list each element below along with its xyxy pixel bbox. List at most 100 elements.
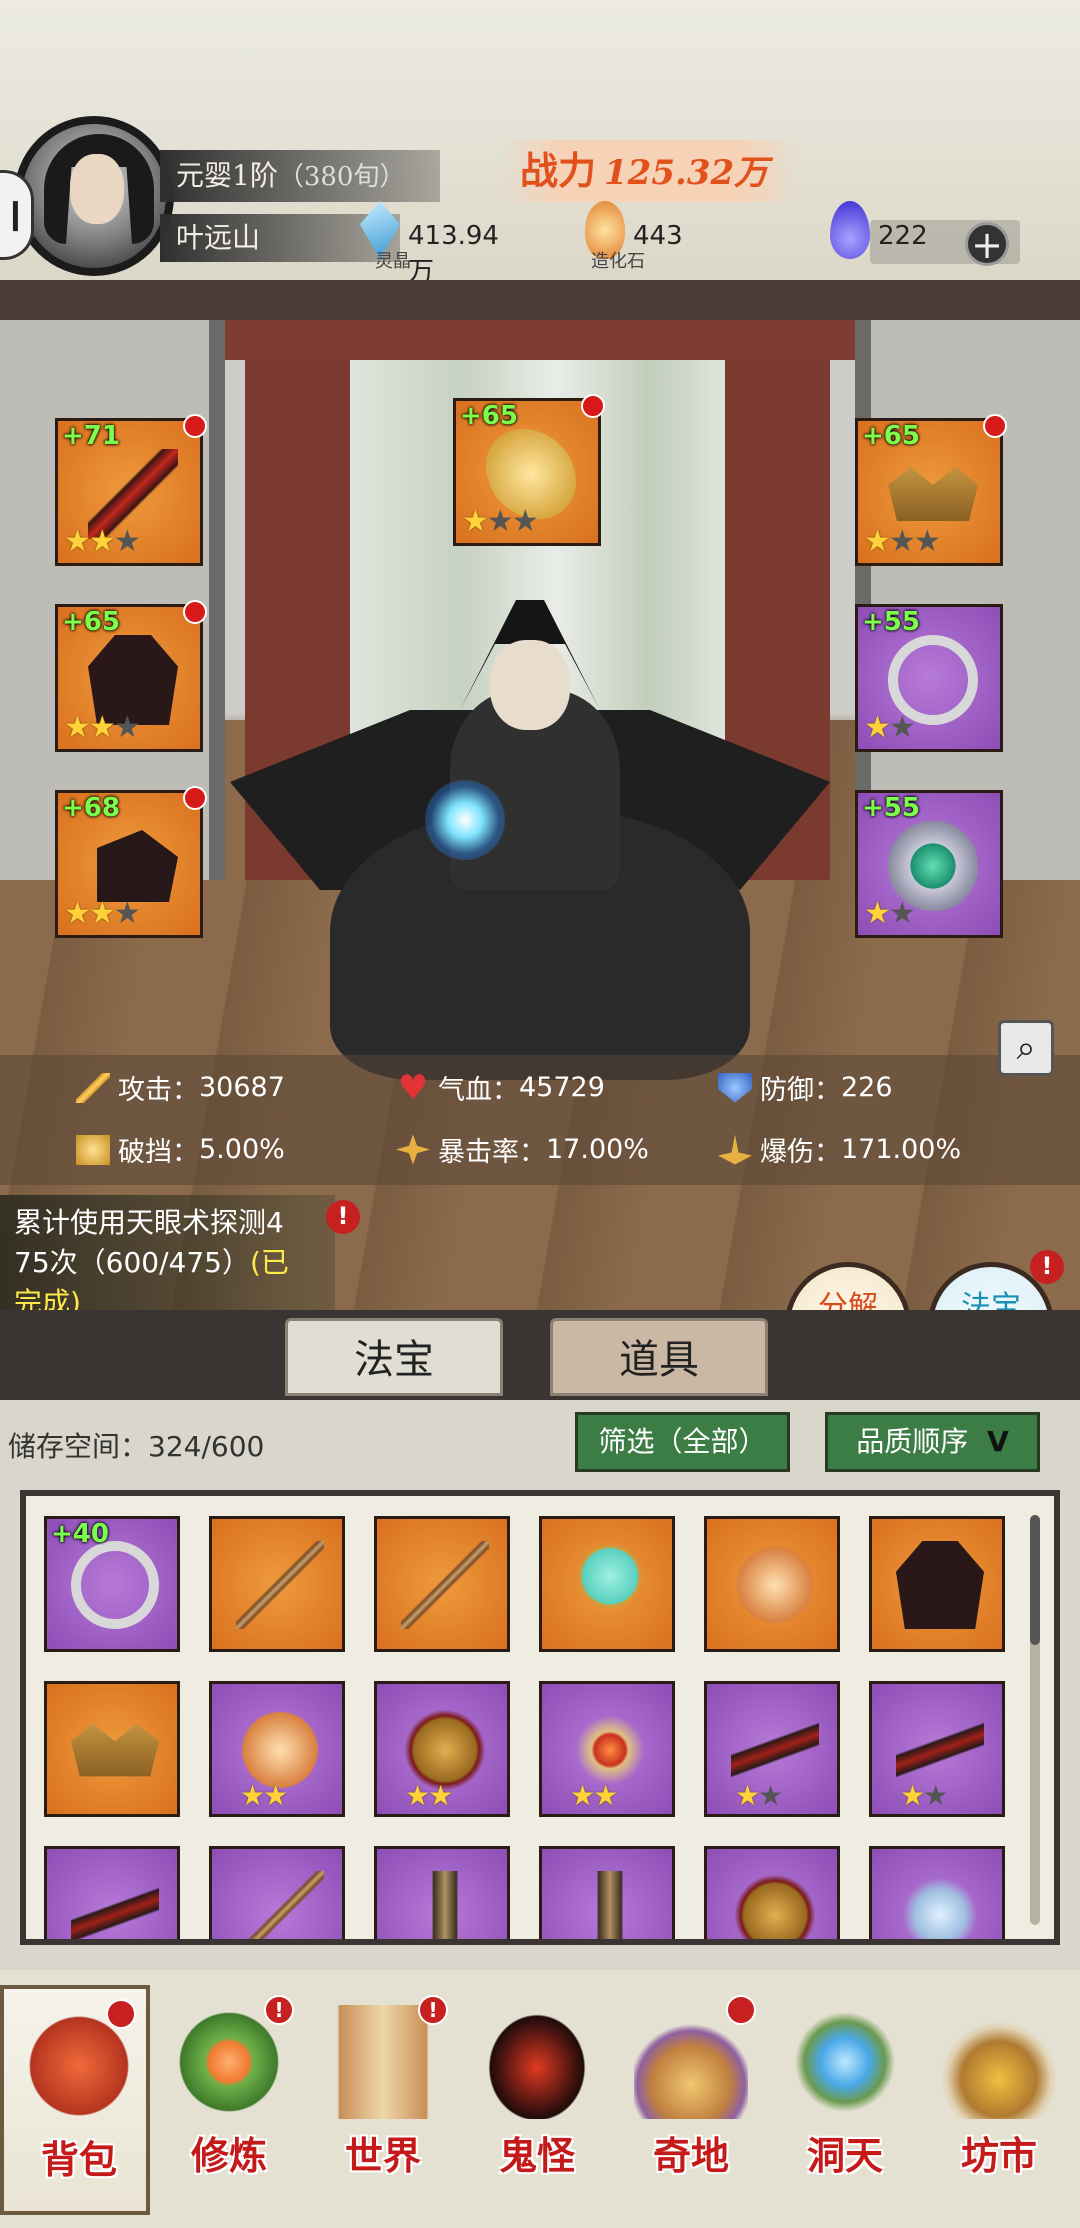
nav-scroll[interactable]: 世界! <box>308 1985 458 2215</box>
stat-pierce: 破挡：5.00% <box>76 1130 285 1169</box>
nav-market[interactable]: 坊市 <box>924 1985 1074 2215</box>
lotus-icon <box>731 1541 819 1629</box>
star-filled-icon: ★ <box>593 1779 618 1812</box>
inventory-item[interactable]: ★★ <box>374 1681 510 1817</box>
inventory-item[interactable] <box>209 1846 345 1939</box>
star-rating: ★★★ <box>64 710 141 745</box>
sort-dropdown[interactable]: 品质顺序 V <box>825 1412 1040 1472</box>
equipment-slot[interactable]: +65 ★★★ <box>855 418 1003 566</box>
enhance-level: +65 <box>460 401 518 431</box>
stat-defense: 防御：226 <box>718 1068 893 1107</box>
enhance-level: +40 <box>51 1519 109 1549</box>
demon-egg-icon <box>480 2005 594 2119</box>
notification-dot <box>183 600 207 624</box>
star-empty-icon: ★ <box>923 1779 948 1812</box>
storage-capacity: 储存空间：324/600 <box>8 1425 264 1465</box>
crit-damage-icon <box>718 1134 752 1165</box>
robe-a-icon <box>896 1541 984 1629</box>
stat-label: 防御： <box>760 1075 841 1106</box>
tab-treasures[interactable]: 法宝 <box>285 1318 503 1396</box>
horn-icon <box>401 1871 489 1939</box>
chevron-down-icon: V <box>987 1425 1009 1458</box>
inventory-item[interactable] <box>44 1681 180 1817</box>
inventory-item[interactable]: ★★ <box>869 1681 1005 1817</box>
inventory-grid-frame: +40 ★★ ★★ ★★ ★★ ★★ <box>20 1490 1060 1945</box>
inventory-item[interactable] <box>539 1516 675 1652</box>
star-filled-icon: ★ <box>263 1779 288 1812</box>
inventory-scrollbar-thumb[interactable] <box>1030 1515 1040 1645</box>
crown-icon <box>71 1723 159 1777</box>
search-icon[interactable]: ⌕ <box>998 1020 1054 1076</box>
staff-icon <box>401 1541 489 1629</box>
equipment-slot[interactable]: +55 ★★ <box>855 604 1003 752</box>
mountain-icon <box>634 2005 748 2119</box>
inventory-item[interactable] <box>704 1516 840 1652</box>
player-avatar[interactable] <box>14 116 174 276</box>
inventory-item[interactable] <box>374 1516 510 1652</box>
lotus-icon <box>172 2005 286 2119</box>
star-filled-icon: ★ <box>88 896 116 931</box>
star-empty-icon: ★ <box>113 524 141 559</box>
nav-mountain[interactable]: 奇地 <box>616 1985 766 2215</box>
star-filled-icon: ★ <box>88 524 116 559</box>
nav-bag[interactable]: 背包 <box>0 1985 150 2215</box>
combat-power-label: 战力 <box>520 148 597 193</box>
stat-hp: ♥ 气血：45729 <box>396 1068 605 1107</box>
inventory-item[interactable] <box>209 1516 345 1652</box>
star-rating: ★★★ <box>462 504 539 539</box>
equipment-slot[interactable]: +65 ★★★ <box>453 398 601 546</box>
inventory-item[interactable] <box>539 1846 675 1939</box>
side-menu-toggle-icon[interactable]: ❙ <box>0 170 34 260</box>
quest-alert-icon: ! <box>326 1200 360 1234</box>
inventory-item[interactable] <box>374 1846 510 1939</box>
stat-value: 17.00% <box>546 1134 649 1165</box>
stat-label: 爆伤： <box>760 1137 841 1168</box>
cultivator-head <box>490 640 570 730</box>
roof-lintel <box>0 280 1080 320</box>
inventory-item[interactable]: ★★ <box>704 1681 840 1817</box>
nav-label: 坊市 <box>960 2133 1037 2178</box>
inventory-item[interactable]: ★★ <box>539 1681 675 1817</box>
equipment-slot[interactable]: +65 ★★★ <box>55 604 203 752</box>
filter-button[interactable]: 筛选（全部） <box>575 1412 790 1472</box>
staff-icon <box>236 1871 324 1939</box>
inventory-item[interactable]: +40 <box>44 1516 180 1652</box>
sword-icon <box>76 1072 110 1103</box>
crit-icon <box>396 1134 430 1165</box>
star-rating: ★★★ <box>64 524 141 559</box>
tab-items[interactable]: 道具 <box>550 1318 768 1396</box>
inventory-item[interactable] <box>869 1516 1005 1652</box>
door-beam <box>225 320 855 360</box>
enhance-level: +55 <box>862 607 920 637</box>
nav-lotus[interactable]: 修炼! <box>154 1985 304 2215</box>
star-filled-icon: ★ <box>570 1779 595 1812</box>
star-rating: ★★★ <box>864 524 941 559</box>
stat-label: 气血： <box>438 1075 519 1106</box>
quest-tracker[interactable]: 累计使用天眼术探测4 75次（600/475）(已 完成) <box>0 1195 335 1325</box>
inventory-item[interactable] <box>44 1846 180 1939</box>
equipment-slot[interactable]: +68 ★★★ <box>55 790 203 938</box>
avatar-face <box>70 154 124 224</box>
equipment-slot[interactable]: +55 ★★ <box>855 790 1003 938</box>
equipment-slot[interactable]: +71 ★★★ <box>55 418 203 566</box>
stat-label: 破挡： <box>118 1137 199 1168</box>
pierce-icon <box>76 1134 110 1165</box>
inventory-item[interactable] <box>869 1846 1005 1939</box>
stat-value: 171.00% <box>841 1134 962 1165</box>
nav-label: 洞天 <box>806 2133 883 2178</box>
add-resource-button[interactable]: + <box>965 222 1009 266</box>
beast-icon <box>731 1871 819 1939</box>
star-rating: ★★ <box>405 1779 453 1812</box>
realm-label: 元婴1阶 <box>176 159 278 192</box>
quest-line-2: 75次（600/475）(已 <box>14 1243 321 1283</box>
scroll-icon <box>326 2005 440 2119</box>
star-filled-icon: ★ <box>64 524 91 559</box>
nav-demon-egg[interactable]: 鬼怪 <box>462 1985 612 2215</box>
alert-icon: ! <box>418 1995 448 2025</box>
nav-portal[interactable]: 洞天 <box>770 1985 920 2215</box>
inventory-item[interactable] <box>704 1846 840 1939</box>
nav-label: 背包 <box>40 2137 117 2182</box>
star-rating: ★★★ <box>64 896 141 931</box>
inventory-item[interactable]: ★★ <box>209 1681 345 1817</box>
notification-dot <box>106 1999 136 2029</box>
